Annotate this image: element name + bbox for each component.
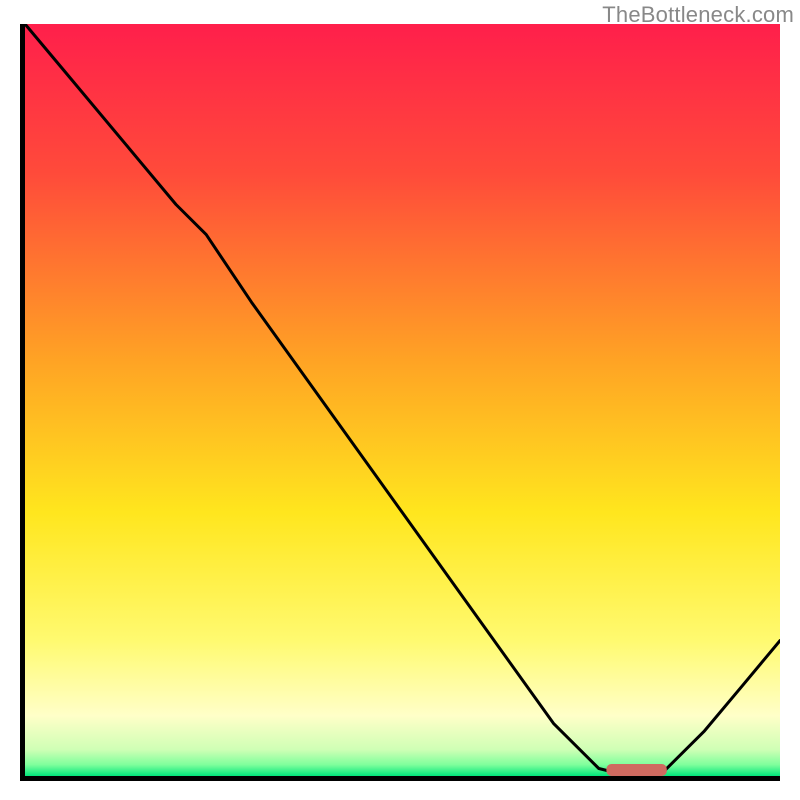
y-axis (20, 24, 25, 781)
plot-area (25, 24, 780, 776)
optimal-range-marker (606, 764, 666, 776)
gradient-background (25, 24, 780, 776)
bottleneck-chart: TheBottleneck.com (0, 0, 800, 800)
x-axis (20, 776, 780, 781)
watermark-text: TheBottleneck.com (602, 2, 794, 28)
